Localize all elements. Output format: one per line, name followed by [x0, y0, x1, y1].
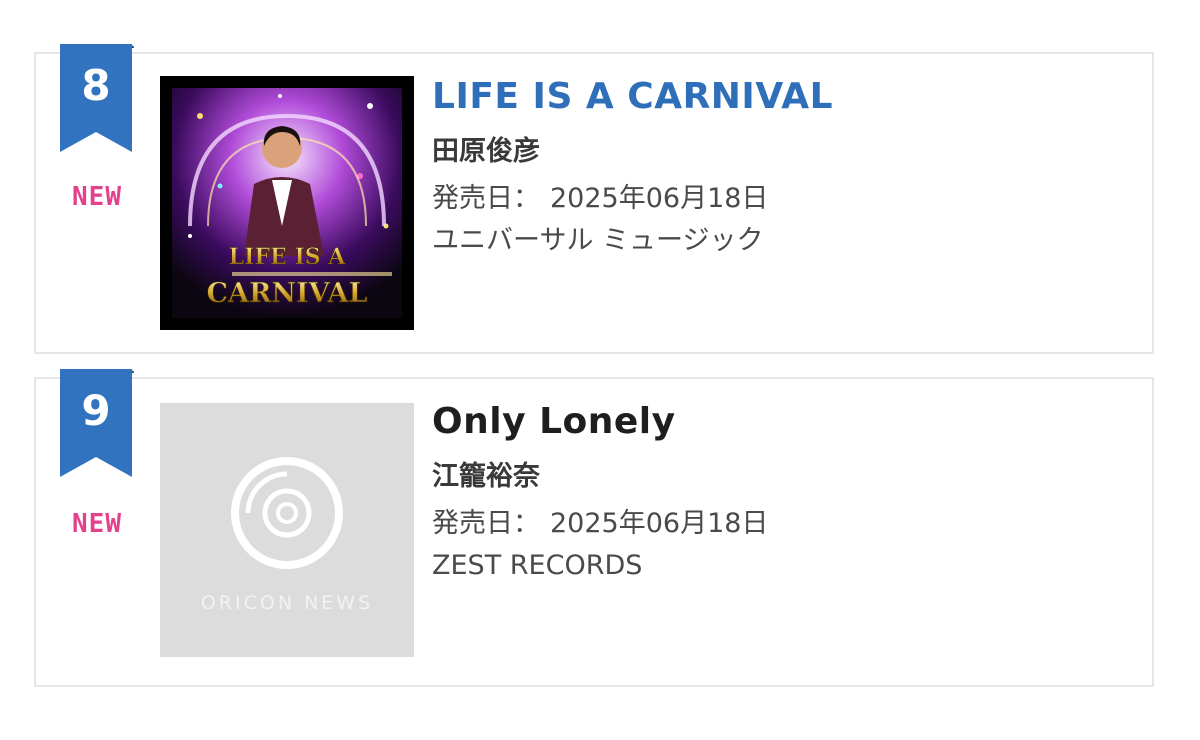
release-date: 2025年06月18日	[550, 183, 769, 214]
rank-ribbon: 8	[60, 44, 134, 154]
cover-text-top: LIFE IS A	[229, 244, 347, 270]
item-info: LIFE IS A CARNIVAL 田原俊彦 発売日： 2025年06月18日 …	[432, 74, 1132, 260]
record-label: ZEST RECORDS	[432, 550, 643, 581]
rank-number: 8	[81, 61, 111, 110]
record-label: ユニバーサル ミュージック	[432, 225, 764, 256]
release-date-label: 発売日：	[432, 183, 540, 214]
cover-text-bottom: CARNIVAL	[207, 278, 368, 309]
new-badge: NEW	[72, 182, 122, 212]
release-date-row: 発売日： 2025年06月18日	[432, 505, 1132, 543]
album-cover-placeholder[interactable]: ORICON NEWS	[160, 403, 414, 657]
item-info: Only Lonely 江籠裕奈 発売日： 2025年06月18日 ZEST RE…	[432, 399, 1132, 585]
rank-ribbon: 9	[60, 369, 134, 479]
placeholder-watermark: ORICON NEWS	[201, 592, 373, 614]
artist-name: 江籠裕奈	[432, 461, 540, 492]
placeholder-artwork: ORICON NEWS	[160, 403, 414, 657]
release-date-label: 発売日：	[432, 508, 540, 539]
song-title-link[interactable]: LIFE IS A CARNIVAL	[432, 74, 1132, 120]
song-title: Only Lonely	[432, 401, 676, 442]
cover-artwork: LIFE IS A CARNIVAL	[160, 76, 414, 330]
release-date: 2025年06月18日	[550, 508, 769, 539]
album-cover[interactable]: LIFE IS A CARNIVAL	[160, 76, 414, 330]
release-date-row: 発売日： 2025年06月18日	[432, 180, 1132, 218]
rank-number: 9	[81, 386, 111, 435]
ranking-item: 8 NEW LIFE IS A CARNIVAL LIFE IS A CARNI…	[34, 44, 1154, 354]
new-badge: NEW	[72, 509, 122, 539]
ranking-list: 8 NEW LIFE IS A CARNIVAL LIFE IS A CARNI…	[0, 0, 1200, 740]
ranking-item: 9 NEW ORICON NEWS Only Lonely 江籠裕奈 発売日： 2…	[34, 369, 1154, 687]
artist-name: 田原俊彦	[432, 136, 540, 167]
